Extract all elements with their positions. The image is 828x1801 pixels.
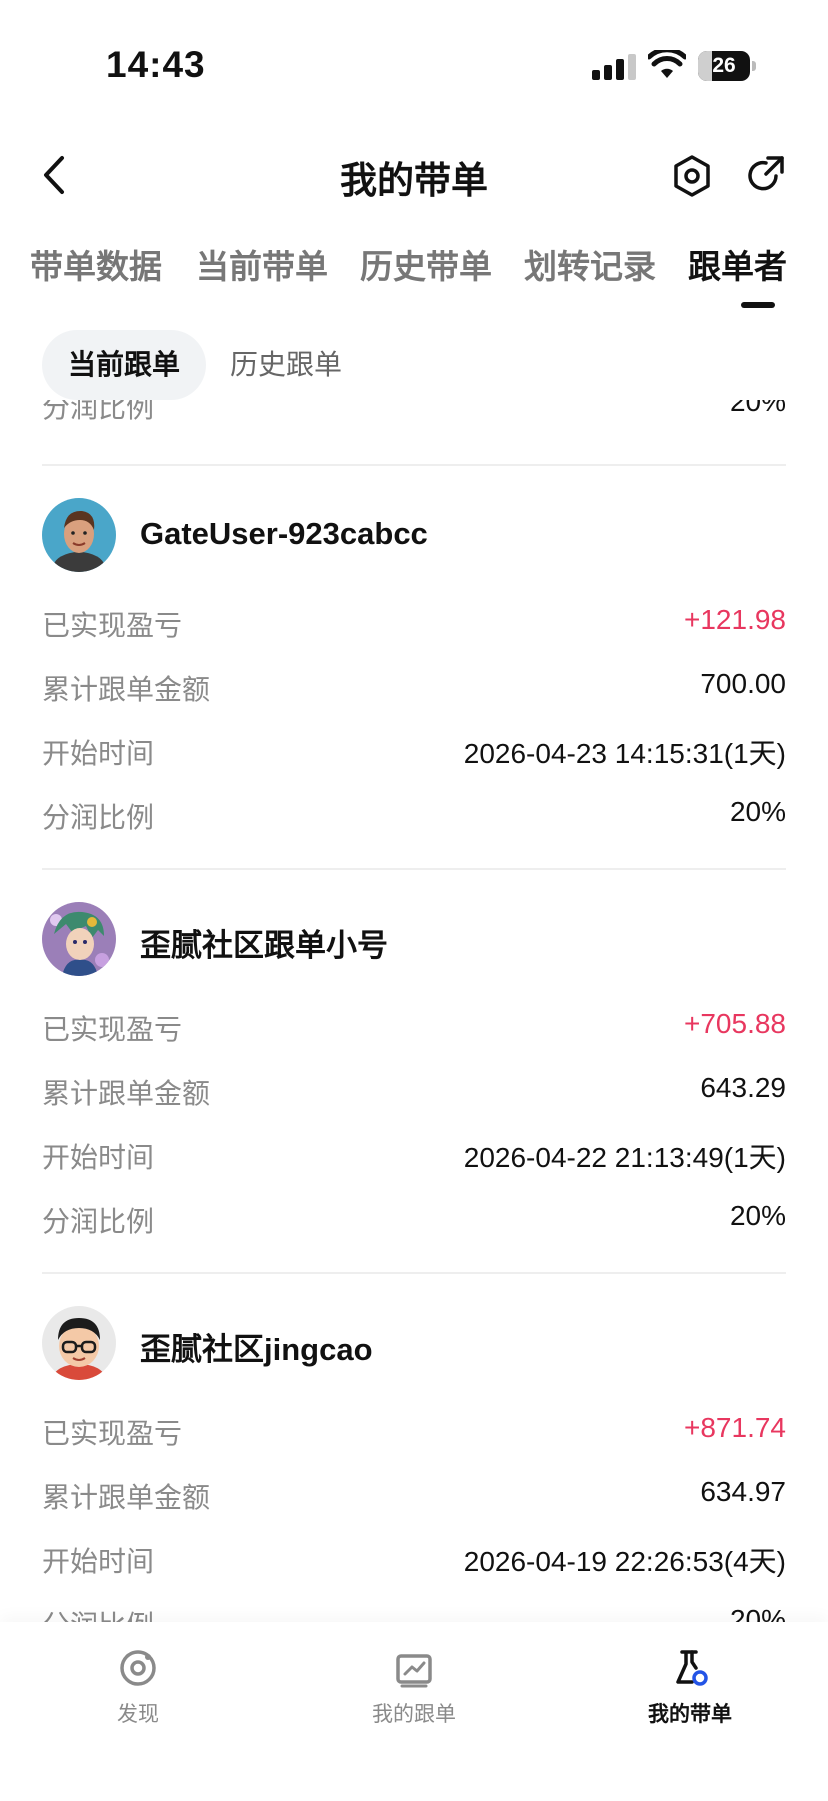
follower-list: 分润比例 20% GateUser-923cabcc 已实现盈亏 +121.98… <box>0 400 828 1622</box>
row-start-time: 开始时间 2026-04-23 14:15:31(1天) <box>42 732 786 772</box>
nav-label: 发现 <box>117 1703 159 1726</box>
status-bar: 14:43 26 <box>0 0 828 120</box>
row-value: +871.74 <box>684 1412 786 1443</box>
row-label: 分润比例 <box>42 1206 155 1237</box>
row-profit-share: 分润比例 20% <box>42 1604 786 1622</box>
divider <box>42 1272 786 1274</box>
row-value: 634.97 <box>700 1476 786 1507</box>
subtab-current-follow[interactable]: 当前跟单 <box>42 330 206 400</box>
subtab-history-follow[interactable]: 历史跟单 <box>230 330 342 400</box>
row-label: 已实现盈亏 <box>42 610 183 641</box>
tab-history-lead[interactable]: 历史带单 <box>360 240 492 288</box>
discover-icon <box>120 1650 156 1686</box>
row-value: 2026-04-22 21:13:49(1天) <box>463 1142 786 1173</box>
row-total-amount: 累计跟单金额 643.29 <box>42 1072 786 1112</box>
chart-icon <box>396 1654 432 1688</box>
follower-name: GateUser-923cabcc <box>140 516 428 551</box>
row-label: 已实现盈亏 <box>42 1014 183 1045</box>
nav-label: 我的带单 <box>648 1703 732 1726</box>
row-label: 分润比例 <box>42 802 155 833</box>
row-value: 20% <box>729 1604 786 1622</box>
row-start-time: 开始时间 2026-04-19 22:26:53(4天) <box>42 1540 786 1580</box>
row-realized-pnl: 已实现盈亏 +705.88 <box>42 1008 786 1048</box>
settings-icon[interactable] <box>672 154 712 198</box>
row-profit-share: 分润比例 20% <box>42 796 786 836</box>
tab-indicator <box>741 302 775 308</box>
row-label: 分润比例 <box>42 1604 154 1622</box>
nav-my-lead[interactable]: 我的带单 <box>610 1648 770 1738</box>
row-label: 开始时间 <box>42 1546 155 1577</box>
nav-my-follow[interactable]: 我的跟单 <box>334 1648 494 1738</box>
wifi-icon <box>648 50 686 78</box>
row-realized-pnl: 已实现盈亏 +871.74 <box>42 1412 786 1452</box>
follower-card-header[interactable]: 歪腻社区跟单小号 <box>42 902 786 978</box>
flask-icon <box>676 1650 708 1686</box>
row-value: 2026-04-19 22:26:53(4天) <box>463 1546 786 1577</box>
row-value: 700.00 <box>700 668 786 699</box>
row-label: 累计跟单金额 <box>42 1482 211 1513</box>
row-label: 分润比例 <box>42 400 155 423</box>
row-value: 643.29 <box>700 1072 786 1103</box>
battery-icon: 26 <box>698 51 756 81</box>
row-realized-pnl: 已实现盈亏 +121.98 <box>42 604 786 644</box>
row-value: +705.88 <box>684 1008 786 1039</box>
row-label: 开始时间 <box>42 1142 155 1173</box>
nav-discover[interactable]: 发现 <box>58 1648 218 1738</box>
row-start-time: 开始时间 2026-04-22 21:13:49(1天) <box>42 1136 786 1176</box>
row-label: 累计跟单金额 <box>42 1078 211 1109</box>
divider <box>42 464 786 466</box>
row-label: 开始时间 <box>42 738 155 769</box>
tab-transfer-records[interactable]: 划转记录 <box>524 240 656 288</box>
partial-row: 分润比例 20% <box>42 400 786 426</box>
follower-card-header[interactable]: GateUser-923cabcc <box>42 498 786 574</box>
row-value: 20% <box>729 400 786 417</box>
follower-name: 歪腻社区jingcao <box>140 1332 373 1367</box>
battery-level: 26 <box>712 54 736 77</box>
header: 我的带单 <box>0 130 828 220</box>
tab-current-lead[interactable]: 当前带单 <box>196 240 328 288</box>
row-label: 累计跟单金额 <box>42 674 211 705</box>
row-total-amount: 累计跟单金额 634.97 <box>42 1476 786 1516</box>
person-avatar-icon <box>42 498 116 572</box>
row-value: 2026-04-23 14:15:31(1天) <box>463 738 786 769</box>
status-time: 14:43 <box>106 44 206 85</box>
row-value: 20% <box>729 1200 786 1231</box>
follower-name: 歪腻社区跟单小号 <box>140 928 388 963</box>
row-profit-share: 分润比例 20% <box>42 1200 786 1240</box>
row-total-amount: 累计跟单金额 700.00 <box>42 668 786 708</box>
row-value: +121.98 <box>684 604 786 635</box>
bottom-nav: 发现 我的跟单 我的带单 <box>0 1622 828 1801</box>
divider <box>42 868 786 870</box>
follower-card-header[interactable]: 歪腻社区jingcao <box>42 1306 786 1382</box>
signal-icon <box>592 54 636 80</box>
anime-avatar-icon <box>42 902 116 976</box>
tab-bar: 带单数据 当前带单 历史带单 划转记录 跟单者 <box>0 232 828 312</box>
tab-followers[interactable]: 跟单者 <box>688 240 787 288</box>
cartoon-glasses-avatar-icon <box>42 1306 116 1380</box>
row-value: 20% <box>729 796 786 827</box>
nav-label: 我的跟单 <box>372 1703 456 1726</box>
row-label: 已实现盈亏 <box>42 1418 183 1449</box>
tab-lead-data[interactable]: 带单数据 <box>30 240 162 288</box>
share-icon[interactable] <box>746 154 786 196</box>
